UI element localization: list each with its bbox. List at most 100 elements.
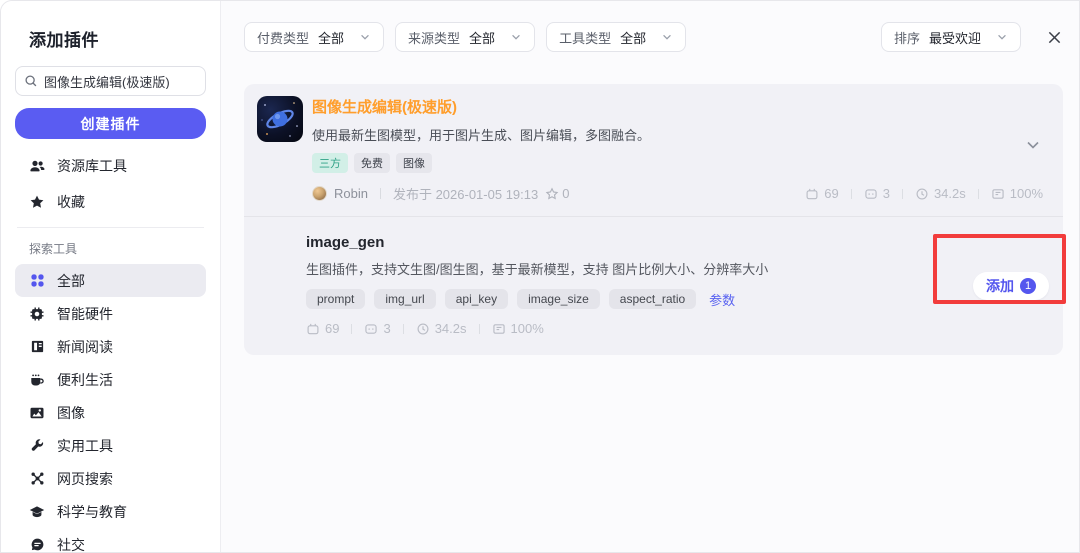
star-count-value: 0: [562, 186, 570, 201]
stat-runs: 69: [805, 186, 839, 201]
sidebar-item-social[interactable]: 社交: [15, 528, 206, 553]
stat-bots: 3: [364, 321, 391, 336]
grid-icon: [29, 273, 45, 289]
filter-value: 全部: [620, 30, 647, 46]
sidebar-item-label: 社交: [57, 536, 85, 553]
param-tag: prompt: [306, 289, 366, 309]
sidebar-item-label: 全部: [57, 272, 85, 289]
users-icon: [29, 158, 45, 174]
plugin-card-header: 图像生成编辑(极速版) 使用最新生图模型，用于图片生成、图片编辑，多图融合。 三…: [244, 84, 1063, 216]
sidebar-item-all[interactable]: 全部: [15, 264, 206, 297]
divider: [850, 188, 852, 199]
tool-params: prompt img_url api_key image_size aspect…: [306, 289, 1043, 309]
success-rate-icon: [992, 188, 1004, 199]
cup-icon: [29, 372, 45, 388]
sidebar-item-favorites[interactable]: 收藏: [15, 184, 206, 220]
tag-third-party: 三方: [312, 153, 348, 173]
author-avatar: [312, 186, 327, 201]
stat-value: 34.2s: [933, 186, 966, 201]
filter-label: 工具类型: [559, 30, 612, 46]
sidebar-item-convenience[interactable]: 便利生活: [15, 363, 206, 396]
sidebar-item-label: 收藏: [57, 194, 85, 210]
sidebar-item-utilities[interactable]: 实用工具: [15, 429, 206, 462]
search-icon: [24, 74, 38, 88]
stat-success-rate: 100%: [991, 186, 1043, 201]
plugin-search-box[interactable]: [15, 66, 206, 96]
sidebar-category-list: 全部 智能硬件 新闻阅读 便利生活 图像 实用工具 网页搜索 科学与教育 社交: [15, 264, 206, 553]
sort-dropdown[interactable]: 排序 最受欢迎: [880, 22, 1021, 52]
stat-latency: 34.2s: [416, 321, 467, 336]
stat-value: 100%: [510, 321, 544, 336]
chevron-down-icon: [510, 31, 522, 43]
stat-runs: 69: [306, 321, 339, 336]
clock-icon: [916, 188, 928, 199]
clock-icon: [417, 323, 429, 334]
param-tag: aspect_ratio: [608, 289, 697, 309]
stat-value: 3: [383, 321, 391, 336]
sort-value: 最受欢迎: [928, 30, 981, 46]
publish-date: 发布于 2026-01-05 19:13: [392, 187, 539, 202]
collapse-chevron-icon[interactable]: [1025, 138, 1041, 152]
filter-source-type[interactable]: 来源类型 全部: [395, 22, 536, 52]
sidebar-section-label: 探索工具: [29, 242, 78, 256]
page-title: 添加插件: [29, 31, 99, 50]
sidebar-item-web-search[interactable]: 网页搜索: [15, 462, 206, 495]
sidebar-item-label: 图像: [57, 404, 85, 421]
web-search-icon: [29, 471, 45, 487]
param-tag: img_url: [374, 289, 436, 309]
topbar-right: 排序 最受欢迎: [880, 22, 1063, 52]
sidebar-item-library-tools[interactable]: 资源库工具: [15, 148, 206, 184]
filter-value: 全部: [469, 30, 496, 46]
sidebar-library-list: 资源库工具 收藏: [15, 148, 206, 220]
params-link[interactable]: 参数: [709, 290, 735, 309]
add-tool-button[interactable]: 添加 1: [973, 272, 1049, 300]
add-button-label: 添加: [986, 278, 1014, 294]
news-icon: [29, 339, 45, 355]
sidebar-item-smart-hardware[interactable]: 智能硬件: [15, 297, 206, 330]
close-icon[interactable]: [1045, 28, 1063, 46]
stat-value: 3: [882, 186, 890, 201]
search-input[interactable]: [44, 73, 197, 89]
tag-free: 免费: [354, 153, 390, 173]
sidebar-item-label: 便利生活: [57, 371, 113, 388]
chat-icon: [29, 537, 45, 553]
plugin-title[interactable]: 图像生成编辑(极速版): [312, 96, 1043, 117]
plugin-meta-row: Robin 发布于 2026-01-05 19:13 0 69 3 34.2s …: [312, 184, 1043, 203]
divider: [478, 323, 480, 334]
sidebar-item-label: 科学与教育: [57, 503, 127, 520]
filter-pay-type[interactable]: 付费类型 全部: [244, 22, 385, 52]
sidebar-divider: [17, 227, 204, 228]
sidebar-item-science-education[interactable]: 科学与教育: [15, 495, 206, 528]
bot-runs-icon: [307, 323, 319, 334]
sidebar-item-label: 资源库工具: [57, 158, 127, 174]
sidebar-item-label: 智能硬件: [57, 305, 113, 322]
plugin-thumbnail: [257, 96, 303, 142]
wrench-icon: [29, 438, 45, 454]
sort-label: 排序: [893, 30, 920, 46]
stat-value: 100%: [1009, 186, 1043, 201]
chevron-down-icon: [661, 31, 673, 43]
author-info: Robin 发布于 2026-01-05 19:13 0: [312, 184, 569, 203]
image-icon: [29, 405, 45, 421]
filter-value: 全部: [318, 30, 345, 46]
param-tag: image_size: [517, 289, 600, 309]
bot-runs-icon: [806, 188, 818, 199]
divider: [379, 188, 381, 199]
tool-stats: 69 3 34.2s 100%: [306, 321, 1043, 336]
star-rating[interactable]: 0: [545, 186, 569, 201]
stat-value: 34.2s: [434, 321, 467, 336]
plugin-info: 图像生成编辑(极速版) 使用最新生图模型，用于图片生成、图片编辑，多图融合。 三…: [312, 96, 1043, 203]
filter-label: 来源类型: [408, 30, 461, 46]
param-tag: api_key: [444, 289, 509, 309]
tool-description: 生图插件，支持文生图/图生图，基于最新模型，支持 图片比例大小、分辨率大小: [306, 262, 769, 277]
sidebar-item-image[interactable]: 图像: [15, 396, 206, 429]
chevron-down-icon: [996, 31, 1008, 43]
chip-icon: [29, 306, 45, 322]
plugin-card[interactable]: 图像生成编辑(极速版) 使用最新生图模型，用于图片生成、图片编辑，多图融合。 三…: [244, 84, 1063, 355]
stat-success-rate: 100%: [492, 321, 544, 336]
star-outline-icon: [545, 186, 559, 200]
create-plugin-button[interactable]: 创建插件: [15, 108, 206, 139]
filter-tool-type[interactable]: 工具类型 全部: [546, 22, 687, 52]
sidebar-item-news[interactable]: 新闻阅读: [15, 330, 206, 363]
education-icon: [29, 504, 45, 520]
